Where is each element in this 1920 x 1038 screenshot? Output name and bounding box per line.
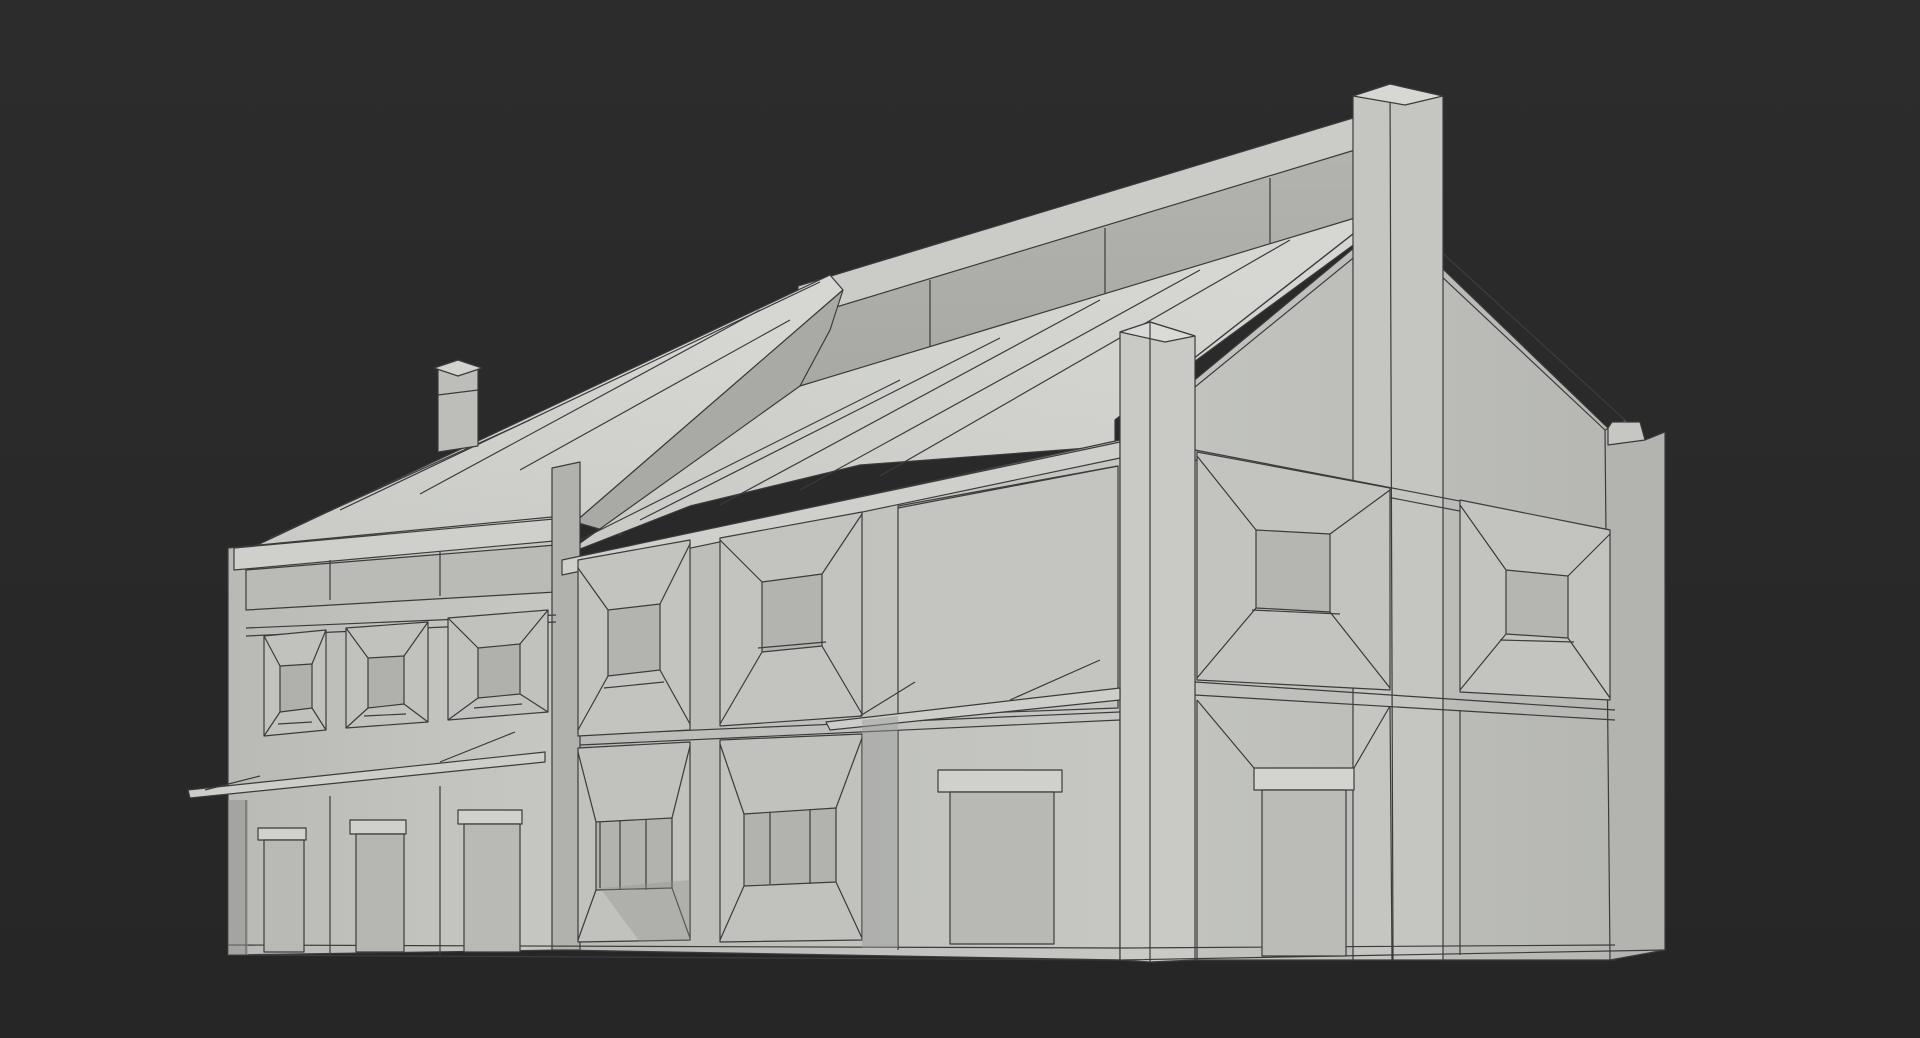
right-end-strip [1604, 419, 1666, 961]
shadow-left [228, 800, 248, 955]
central-pilaster [551, 461, 581, 951]
front-pilaster [1119, 321, 1196, 963]
shadow-right-wing [862, 716, 898, 948]
render-viewport [0, 0, 1920, 1038]
